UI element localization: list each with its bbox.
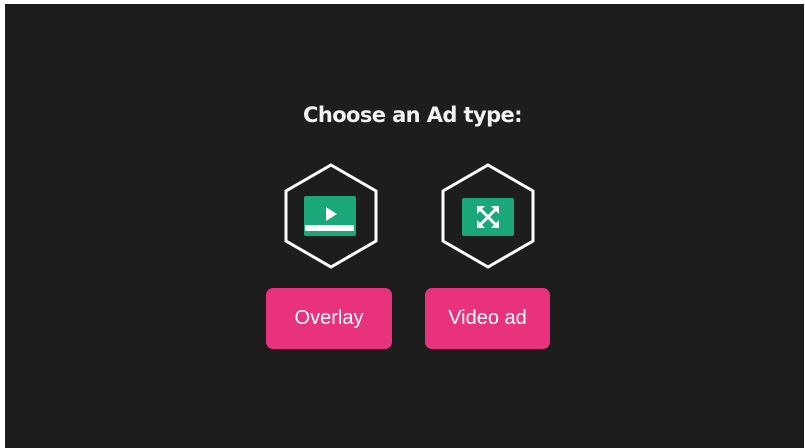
video-ad-button[interactable]: Video ad bbox=[425, 288, 550, 349]
overlay-button[interactable]: Overlay bbox=[266, 288, 392, 349]
page-title: Choose an Ad type: bbox=[303, 103, 523, 127]
hexagon-outline-icon bbox=[441, 163, 535, 269]
video-ad-option-badge[interactable] bbox=[439, 162, 537, 270]
expand-arrows-icon bbox=[462, 198, 514, 236]
overlay-option-badge[interactable] bbox=[282, 162, 380, 270]
hexagon-outline-icon bbox=[284, 163, 378, 269]
ad-type-panel: Choose an Ad type: Overlay Video ad bbox=[5, 4, 804, 448]
play-banner-icon bbox=[304, 196, 356, 236]
